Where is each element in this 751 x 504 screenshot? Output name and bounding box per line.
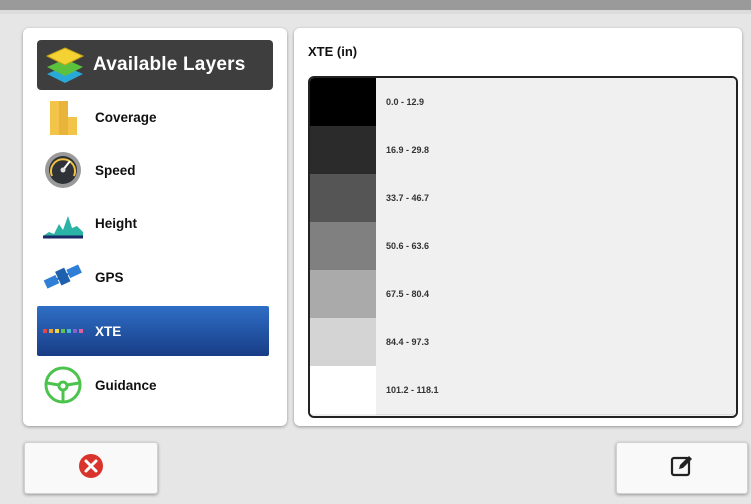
legend-swatch bbox=[310, 174, 376, 222]
legend-swatch bbox=[310, 366, 376, 414]
legend-swatch bbox=[310, 318, 376, 366]
legend-range-label: 101.2 - 118.1 bbox=[376, 365, 736, 415]
layer-item-xte[interactable]: XTE bbox=[37, 306, 269, 356]
legend-swatch bbox=[310, 78, 376, 126]
layer-item-label: XTE bbox=[95, 323, 122, 339]
top-border-shade bbox=[0, 10, 751, 14]
legend-title: XTE (in) bbox=[308, 44, 358, 59]
close-icon bbox=[78, 453, 104, 484]
legend-swatch bbox=[310, 270, 376, 318]
coverage-icon bbox=[37, 92, 89, 142]
legend-row: 84.4 - 97.3 bbox=[310, 317, 736, 367]
top-border bbox=[0, 0, 751, 10]
steering-wheel-icon bbox=[37, 360, 89, 410]
layer-item-label: Height bbox=[95, 215, 137, 231]
xte-icon bbox=[37, 306, 89, 356]
legend-row: 0.0 - 12.9 bbox=[310, 78, 736, 127]
legend-row: 101.2 - 118.1 bbox=[310, 365, 736, 415]
legend-row: 33.7 - 46.7 bbox=[310, 173, 736, 223]
layers-stack-icon bbox=[37, 40, 93, 90]
satellite-icon bbox=[37, 252, 89, 302]
height-graph-icon bbox=[37, 198, 89, 248]
legend-swatch bbox=[310, 222, 376, 270]
layer-item-label: GPS bbox=[95, 269, 124, 285]
layer-item-label: Guidance bbox=[95, 377, 157, 393]
close-button[interactable] bbox=[24, 442, 158, 494]
legend-row: 16.9 - 29.8 bbox=[310, 125, 736, 175]
layer-item-speed[interactable]: Speed bbox=[37, 145, 269, 195]
layers-header-title: Available Layers bbox=[93, 54, 246, 75]
legend-range-label: 16.9 - 29.8 bbox=[376, 125, 736, 175]
legend-range-label: 50.6 - 63.6 bbox=[376, 221, 736, 271]
layers-panel: Available Layers Coverage Speed Height G… bbox=[23, 28, 287, 426]
layer-item-height[interactable]: Height bbox=[37, 198, 269, 248]
legend-swatch bbox=[310, 126, 376, 174]
edit-button[interactable] bbox=[616, 442, 748, 494]
speedometer-icon bbox=[37, 145, 89, 195]
layer-item-guidance[interactable]: Guidance bbox=[37, 360, 269, 410]
layers-header: Available Layers bbox=[37, 40, 273, 90]
legend-row: 50.6 - 63.6 bbox=[310, 221, 736, 271]
layer-item-coverage[interactable]: Coverage bbox=[37, 92, 269, 142]
legend-range-label: 33.7 - 46.7 bbox=[376, 173, 736, 223]
legend-range-label: 0.0 - 12.9 bbox=[376, 78, 736, 127]
legend-panel: XTE (in) 0.0 - 12.9 16.9 - 29.8 33.7 - 46.… bbox=[294, 28, 742, 426]
legend-range-label: 84.4 - 97.3 bbox=[376, 317, 736, 367]
layer-item-label: Coverage bbox=[95, 109, 157, 125]
legend-table: 0.0 - 12.9 16.9 - 29.8 33.7 - 46.7 50.6 - 6… bbox=[308, 76, 738, 418]
layer-item-gps[interactable]: GPS bbox=[37, 252, 269, 302]
legend-range-label: 67.5 - 80.4 bbox=[376, 269, 736, 319]
legend-row: 67.5 - 80.4 bbox=[310, 269, 736, 319]
edit-icon bbox=[669, 453, 695, 484]
layer-item-label: Speed bbox=[95, 162, 136, 178]
